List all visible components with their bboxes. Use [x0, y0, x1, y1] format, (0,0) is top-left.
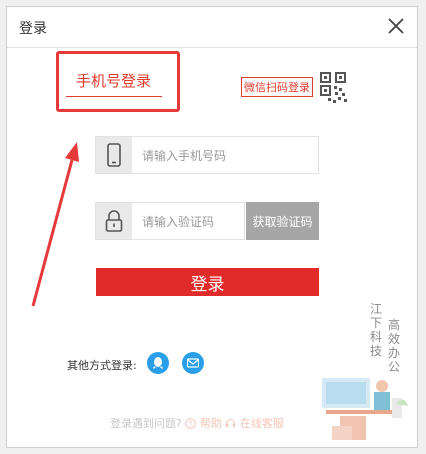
tab-wechat-login[interactable]: 微信扫码登录	[241, 77, 313, 97]
svg-text:?: ?	[189, 420, 193, 428]
login-button[interactable]: 登录	[96, 268, 319, 296]
qq-icon[interactable]	[147, 352, 169, 374]
annotation-arrow	[31, 142, 79, 307]
get-code-button[interactable]: 获取验证码	[246, 202, 319, 240]
footer: 登录遇到问题? ? 帮助 在线客服	[110, 415, 284, 431]
office-illustration	[322, 378, 408, 440]
online-service-link[interactable]: 在线客服	[225, 417, 284, 430]
online-service-label: 在线客服	[239, 417, 284, 430]
verification-code-input[interactable]: 请输入验证码	[95, 202, 245, 240]
help-label: 帮助	[199, 417, 222, 430]
help-link[interactable]: ? 帮助	[185, 417, 225, 430]
qr-code-icon[interactable]	[320, 72, 348, 104]
help-icon: ?	[185, 418, 197, 429]
login-problem-text: 登录遇到问题?	[110, 417, 182, 430]
phone-input[interactable]: 请输入手机号码	[95, 136, 319, 174]
active-tab-underline	[66, 96, 162, 97]
other-login-label: 其他方式登录:	[67, 359, 137, 372]
window-title: 登录	[19, 21, 47, 37]
watermark-brand: 江下科技	[370, 302, 383, 358]
phone-placeholder: 请输入手机号码	[142, 149, 227, 163]
phone-icon	[96, 137, 132, 173]
tab-phone-login[interactable]: 手机号登录	[76, 70, 151, 91]
code-placeholder: 请输入验证码	[142, 215, 215, 229]
lock-icon	[96, 203, 132, 239]
close-icon[interactable]	[385, 15, 407, 37]
title-bar: 登录	[7, 7, 417, 48]
email-icon[interactable]	[182, 352, 204, 374]
headset-icon	[226, 419, 236, 427]
